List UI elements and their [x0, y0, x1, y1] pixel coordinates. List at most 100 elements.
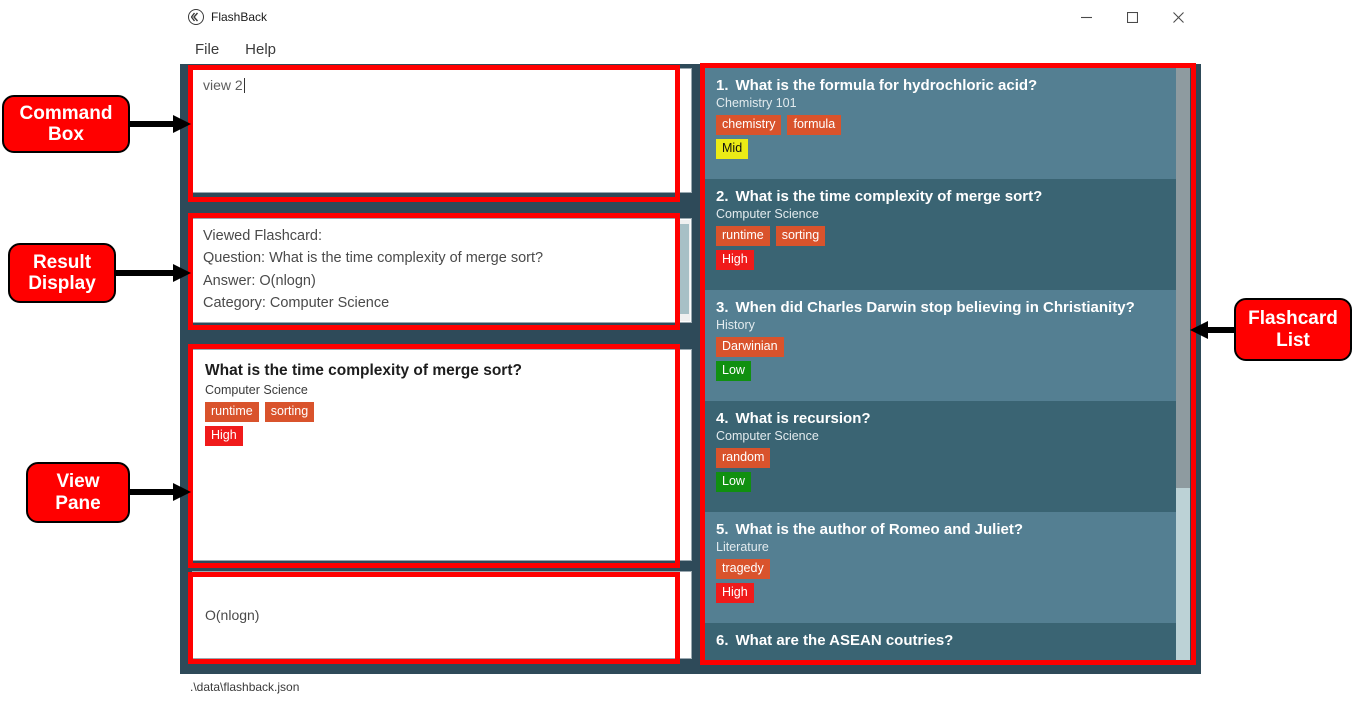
arrow-flashcard-list: [1190, 321, 1236, 339]
flashback-logo-icon: [188, 9, 204, 25]
flashcard-question-text: What is the formula for hydrochloric aci…: [735, 77, 1038, 94]
text-caret: [243, 78, 245, 93]
flashcard-question-text: When did Charles Darwin stop believing i…: [735, 299, 1135, 316]
priority-badge: High: [205, 425, 243, 446]
menu-item-file[interactable]: File: [192, 39, 222, 60]
flashcard-question: 6. What are the ASEAN coutries?: [716, 632, 1176, 649]
left-column: view 2 Viewed Flashcard: Question: What …: [190, 68, 695, 670]
window-title: FlashBack: [211, 10, 268, 24]
flashcard-question-text: What is recursion?: [735, 410, 871, 427]
flashcard-category: Literature: [716, 540, 769, 554]
flashcard-tags: random: [716, 448, 1176, 468]
flashcard-priority: Low: [716, 471, 1176, 492]
answer-pane-text: O(nlogn): [205, 607, 260, 623]
screenshot-root: FlashBack File Help view 2 Viewed Flashc…: [0, 0, 1355, 710]
status-bar-path: .\data\flashback.json: [190, 680, 300, 694]
callout-view-pane-label: View Pane: [55, 471, 101, 514]
result-display-scrollbar[interactable]: [677, 220, 690, 321]
flashcard-question-text: What is the time complexity of merge sor…: [735, 188, 1043, 205]
menu-bar: File Help: [180, 34, 1201, 64]
flashcard-list-scrollbar-thumb[interactable]: [1176, 68, 1190, 488]
priority-badge: Low: [716, 471, 751, 492]
flashcard-question: 4. What is recursion?: [716, 410, 1176, 427]
result-display-text: Viewed Flashcard: Question: What is the …: [193, 219, 691, 321]
flashcard-index: 2.: [716, 188, 729, 205]
tag-chip: Darwinian: [716, 337, 784, 357]
flashcard-category: Computer Science: [716, 429, 819, 443]
flashcard-priority: High: [716, 249, 1176, 270]
view-pane-question: What is the time complexity of merge sor…: [205, 362, 522, 379]
flashcard-tags: runtime sorting: [716, 226, 1176, 246]
callout-command-box-label: Command Box: [19, 102, 113, 145]
flashcard-index: 6.: [716, 632, 729, 649]
arrow-view-pane: [129, 483, 191, 501]
flashcard-category: Chemistry 101: [716, 96, 797, 110]
flashcard-list[interactable]: 1. What is the formula for hydrochloric a…: [702, 68, 1190, 663]
flashcard-index: 1.: [716, 77, 729, 94]
flashcard-priority: Mid: [716, 138, 1176, 159]
priority-badge: High: [716, 249, 754, 270]
minimize-icon[interactable]: [1063, 0, 1109, 34]
result-line: Question: What is the time complexity of…: [203, 250, 544, 267]
result-line: Category: Computer Science: [203, 295, 390, 312]
flashcard-index: 5.: [716, 521, 729, 538]
tag-chip: chemistry: [716, 115, 782, 135]
callout-view-pane: View Pane: [26, 462, 130, 523]
close-icon[interactable]: [1155, 0, 1201, 34]
maximize-icon[interactable]: [1109, 0, 1155, 34]
priority-badge: High: [716, 582, 754, 603]
flashcard-question: 2. What is the time complexity of merge s…: [716, 188, 1176, 205]
flashcard-list-item[interactable]: 6. What are the ASEAN coutries?: [702, 623, 1190, 663]
arrow-command-box: [129, 115, 191, 133]
flashcard-list-item[interactable]: 1. What is the formula for hydrochloric a…: [702, 68, 1190, 179]
title-bar: FlashBack: [180, 0, 1201, 34]
window-controls: [1063, 0, 1201, 34]
flashcard-tags: chemistry formula: [716, 115, 1176, 135]
flashcard-list-item[interactable]: 5. What is the author of Romeo and Juliet…: [702, 512, 1190, 623]
callout-result-display-label: Result Display: [28, 251, 96, 294]
result-line: Viewed Flashcard:: [203, 228, 323, 244]
client-area: view 2 Viewed Flashcard: Question: What …: [180, 64, 1201, 674]
command-box[interactable]: view 2: [192, 68, 692, 193]
callout-command-box: Command Box: [2, 95, 130, 153]
view-pane-tags: runtime sorting: [205, 402, 679, 422]
flashcard-question: 5. What is the author of Romeo and Juliet…: [716, 521, 1176, 538]
result-display: Viewed Flashcard: Question: What is the …: [192, 218, 692, 323]
result-line: Answer: O(nlogn): [203, 272, 316, 289]
tag-chip: random: [716, 448, 771, 468]
flashcard-question-text: What is the author of Romeo and Juliet?: [735, 521, 1024, 538]
flashcard-category: Computer Science: [716, 207, 819, 221]
flashcard-list-scrollbar[interactable]: [1176, 68, 1190, 663]
arrow-result-display: [115, 264, 191, 282]
tag-chip: sorting: [775, 226, 826, 246]
flashcard-category: History: [716, 318, 755, 332]
flashcard-index: 3.: [716, 299, 729, 316]
flashcard-priority: Low: [716, 360, 1176, 381]
flashcard-list-item[interactable]: 3. When did Charles Darwin stop believing…: [702, 290, 1190, 401]
flashcard-index: 4.: [716, 410, 729, 427]
flashcard-question: 3. When did Charles Darwin stop believing…: [716, 299, 1176, 316]
right-column: 1. What is the formula for hydrochloric a…: [702, 68, 1192, 670]
application-window: FlashBack File Help view 2 Viewed Flashc…: [180, 0, 1201, 700]
command-input-value: view 2: [203, 77, 243, 93]
tag-chip: runtime: [205, 402, 259, 422]
flashcard-priority: High: [716, 582, 1176, 603]
answer-pane: O(nlogn): [192, 571, 692, 659]
tag-chip: runtime: [716, 226, 770, 246]
view-pane-category: Computer Science: [205, 383, 308, 397]
callout-flashcard-list-label: Flashcard List: [1248, 308, 1338, 351]
tag-chip: tragedy: [716, 559, 770, 579]
flashcard-tags: tragedy: [716, 559, 1176, 579]
result-display-scrollbar-thumb[interactable]: [678, 224, 689, 314]
flashcard-list-item[interactable]: 4. What is recursion? Computer Science ra…: [702, 401, 1190, 512]
flashcard-tags: Darwinian: [716, 337, 1176, 357]
view-pane: What is the time complexity of merge sor…: [192, 349, 692, 561]
menu-item-help[interactable]: Help: [242, 39, 279, 60]
callout-flashcard-list: Flashcard List: [1234, 298, 1352, 361]
tag-chip: sorting: [264, 402, 315, 422]
priority-badge: Mid: [716, 138, 749, 159]
flashcard-question: 1. What is the formula for hydrochloric a…: [716, 77, 1176, 94]
tag-chip: formula: [787, 115, 842, 135]
flashcard-question-text: What are the ASEAN coutries?: [735, 632, 954, 649]
flashcard-list-item[interactable]: 2. What is the time complexity of merge s…: [702, 179, 1190, 290]
